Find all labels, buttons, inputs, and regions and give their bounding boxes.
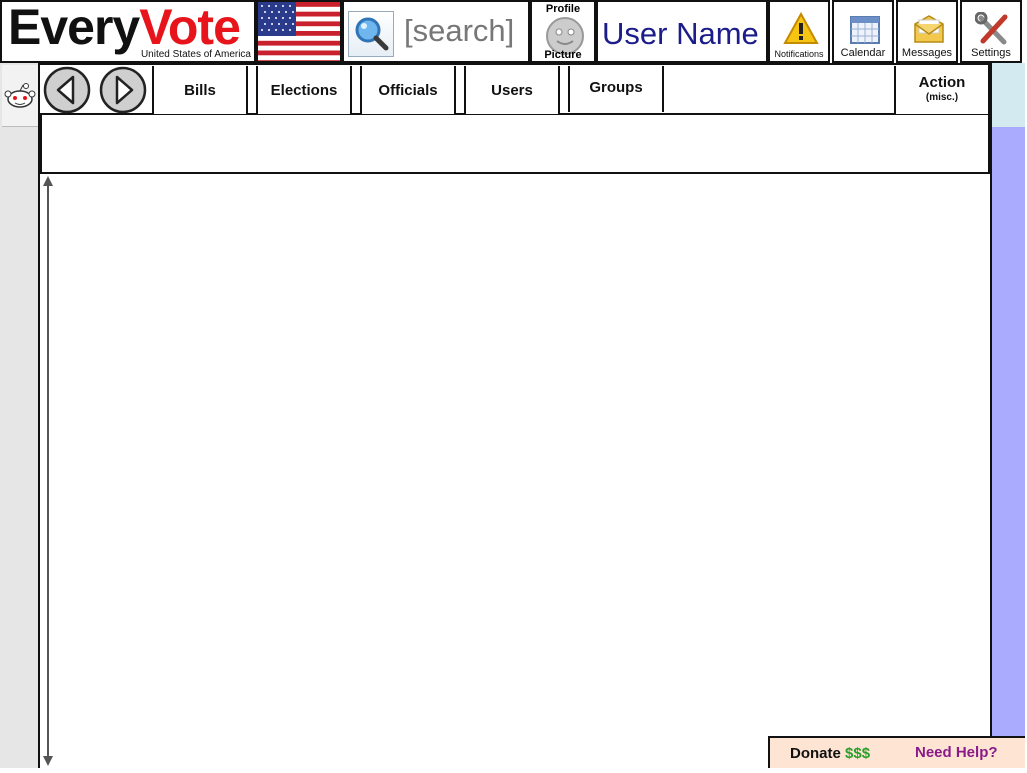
back-arrow-icon: [43, 66, 91, 114]
user-name[interactable]: User Name: [596, 0, 768, 63]
alien-icon[interactable]: [2, 65, 38, 127]
calendar-button[interactable]: Calendar: [832, 0, 894, 63]
right-sidebar[interactable]: [990, 127, 1025, 768]
warning-icon: [783, 12, 819, 44]
calendar-icon: [850, 16, 880, 44]
back-button[interactable]: [43, 66, 91, 114]
everyvote-logo[interactable]: EveryVote United States of America: [0, 0, 256, 63]
forward-button[interactable]: [99, 66, 147, 114]
settings-button[interactable]: Settings: [960, 0, 1022, 63]
forward-arrow-icon: [99, 66, 147, 114]
tab-action[interactable]: Action (misc.): [894, 66, 990, 114]
magnifier-icon[interactable]: [348, 11, 394, 57]
action-label: Action: [918, 74, 966, 91]
logo-subtitle: United States of America: [140, 49, 251, 60]
search-box[interactable]: [search]: [342, 0, 530, 63]
left-rail: [0, 63, 40, 768]
footer-bar: Donate $$$ Need Help?: [768, 736, 1025, 768]
action-sublabel: (misc.): [925, 92, 959, 103]
tools-icon: [975, 12, 1008, 45]
need-help-link[interactable]: Need Help?: [915, 744, 998, 761]
tab-officials[interactable]: Officials: [360, 66, 456, 114]
search-input[interactable]: [search]: [404, 13, 514, 49]
tab-elections[interactable]: Elections: [256, 66, 352, 114]
tab-users[interactable]: Users: [464, 66, 560, 114]
messages-button[interactable]: Messages: [896, 0, 958, 63]
sub-header-area: [40, 115, 990, 174]
envelope-icon: [914, 15, 944, 43]
us-flag-icon: [256, 0, 342, 63]
notifications-button[interactable]: Notifications: [768, 0, 830, 63]
tab-bills[interactable]: Bills: [152, 66, 248, 114]
profile-picture[interactable]: Profile Picture: [530, 0, 596, 63]
main-content: [40, 174, 990, 768]
logo-text: EveryVote: [8, 0, 241, 55]
vertical-scroll-arrow[interactable]: [40, 174, 56, 768]
tab-groups[interactable]: Groups: [568, 66, 664, 112]
donate-link[interactable]: Donate $$$: [790, 745, 870, 762]
right-top-panel: [990, 63, 1025, 127]
